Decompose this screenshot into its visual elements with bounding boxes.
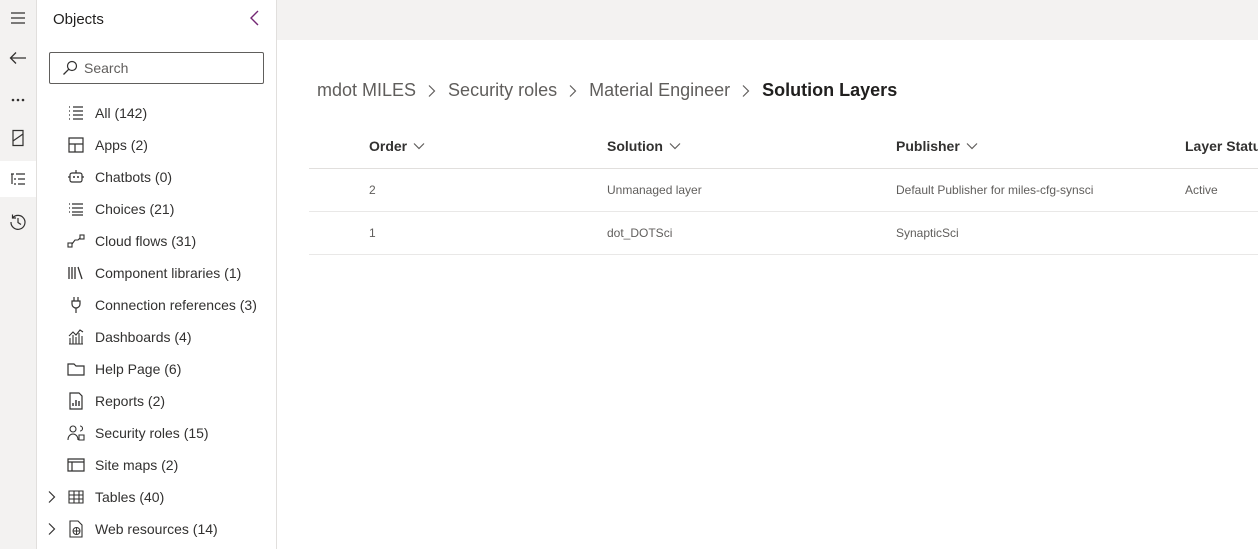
column-header-publisher[interactable]: Publisher bbox=[896, 138, 978, 154]
choices-icon bbox=[67, 200, 85, 218]
objects-item-label: Chatbots (0) bbox=[95, 169, 173, 185]
chevron-right-icon[interactable] bbox=[46, 522, 58, 536]
cell-layer-status: Active bbox=[1185, 183, 1218, 197]
collapse-panel-button[interactable] bbox=[245, 8, 265, 28]
chevron-left-icon bbox=[250, 10, 259, 26]
objects-item-choices[interactable]: Choices (21) bbox=[37, 193, 276, 225]
breadcrumb-item-app[interactable]: mdot MILES bbox=[317, 80, 416, 101]
objects-item-tables[interactable]: Tables (40) bbox=[37, 481, 276, 513]
chevron-down-icon bbox=[669, 143, 681, 150]
objects-item-label: Connection references (3) bbox=[95, 297, 257, 313]
column-header-label: Solution bbox=[607, 138, 663, 154]
objects-item-label: Tables (40) bbox=[95, 489, 165, 505]
report-icon bbox=[67, 392, 85, 410]
objects-item-label: Security roles (15) bbox=[95, 425, 209, 441]
breadcrumb-item-current: Solution Layers bbox=[762, 80, 898, 100]
objects-item-label: Component libraries (1) bbox=[95, 265, 242, 281]
grid-header: Order Solution Publisher Layer Status bbox=[309, 125, 1258, 169]
history-icon bbox=[10, 214, 26, 230]
dashboard-icon bbox=[67, 328, 85, 346]
objects-item-component-libraries[interactable]: Component libraries (1) bbox=[37, 257, 276, 289]
chevron-right-icon bbox=[569, 84, 577, 97]
left-rail bbox=[0, 0, 37, 549]
objects-item-help-page[interactable]: Help Page (6) bbox=[37, 353, 276, 385]
objects-list: All (142) Apps (2) Chatbots (0) Choices … bbox=[37, 97, 276, 545]
list-bullets-icon bbox=[67, 104, 85, 122]
objects-item-label: Apps (2) bbox=[95, 137, 148, 153]
objects-item-label: Web resources (14) bbox=[95, 521, 218, 537]
pages-icon bbox=[12, 129, 24, 147]
column-header-solution[interactable]: Solution bbox=[607, 138, 681, 154]
search-icon bbox=[63, 60, 78, 75]
column-header-label: Publisher bbox=[896, 138, 960, 154]
objects-panel: Objects All (142) Apps (2) Chatbots (0) bbox=[37, 0, 277, 549]
chevron-right-icon bbox=[428, 84, 436, 97]
chevron-down-icon bbox=[413, 143, 425, 150]
objects-item-dashboards[interactable]: Dashboards (4) bbox=[37, 321, 276, 353]
objects-item-label: Reports (2) bbox=[95, 393, 166, 409]
command-bar bbox=[277, 0, 1258, 40]
more-button[interactable] bbox=[0, 82, 36, 118]
hamburger-icon bbox=[11, 12, 25, 24]
objects-item-label: Help Page (6) bbox=[95, 361, 182, 377]
objects-item-label: Choices (21) bbox=[95, 201, 175, 217]
cell-solution: Unmanaged layer bbox=[607, 183, 702, 197]
back-arrow-icon bbox=[9, 52, 26, 64]
library-icon bbox=[67, 264, 85, 282]
pages-button[interactable] bbox=[0, 120, 36, 156]
objects-item-label: Cloud flows (31) bbox=[95, 233, 197, 249]
cell-publisher: Default Publisher for miles-cfg-synsci bbox=[896, 183, 1094, 197]
objects-item-site-maps[interactable]: Site maps (2) bbox=[37, 449, 276, 481]
tree-list-icon bbox=[11, 173, 25, 185]
table-row[interactable]: 2 Unmanaged layer Default Publisher for … bbox=[309, 169, 1258, 212]
objects-item-security-roles[interactable]: Security roles (15) bbox=[37, 417, 276, 449]
objects-item-cloud-flows[interactable]: Cloud flows (31) bbox=[37, 225, 276, 257]
cloud-flow-icon bbox=[67, 232, 85, 250]
objects-item-all[interactable]: All (142) bbox=[37, 97, 276, 129]
objects-item-label: All (142) bbox=[95, 105, 148, 121]
cell-order: 1 bbox=[369, 226, 376, 240]
chevron-down-icon bbox=[966, 143, 978, 150]
search-input[interactable] bbox=[84, 60, 254, 76]
objects-item-web-resources[interactable]: Web resources (14) bbox=[37, 513, 276, 545]
chatbot-icon bbox=[67, 168, 85, 186]
cell-solution: dot_DOTSci bbox=[607, 226, 673, 240]
objects-item-label: Dashboards (4) bbox=[95, 329, 192, 345]
chevron-right-icon bbox=[742, 84, 750, 97]
web-resource-icon bbox=[67, 520, 85, 538]
cell-order: 2 bbox=[369, 183, 376, 197]
plug-icon bbox=[67, 296, 85, 314]
column-header-label: Layer Status bbox=[1185, 138, 1258, 154]
hamburger-menu-button[interactable] bbox=[0, 0, 36, 36]
column-header-layer-status[interactable]: Layer Status bbox=[1185, 138, 1258, 154]
history-button[interactable] bbox=[0, 204, 36, 240]
solution-layers-grid: Order Solution Publisher Layer Status 2 … bbox=[309, 125, 1258, 255]
objects-item-chatbots[interactable]: Chatbots (0) bbox=[37, 161, 276, 193]
chevron-right-icon[interactable] bbox=[46, 490, 58, 504]
objects-title: Objects bbox=[53, 11, 104, 28]
table-row[interactable]: 1 dot_DOTSci SynapticSci bbox=[309, 212, 1258, 255]
column-header-label: Order bbox=[369, 138, 408, 154]
column-header-order[interactable]: Order bbox=[369, 138, 425, 154]
more-icon bbox=[11, 98, 25, 102]
objects-item-apps[interactable]: Apps (2) bbox=[37, 129, 276, 161]
objects-item-connection-references[interactable]: Connection references (3) bbox=[37, 289, 276, 321]
back-button[interactable] bbox=[0, 40, 36, 76]
breadcrumb-item-role[interactable]: Material Engineer bbox=[589, 80, 730, 101]
table-icon bbox=[67, 488, 85, 506]
objects-item-label: Site maps (2) bbox=[95, 457, 179, 473]
security-roles-icon bbox=[67, 424, 85, 442]
objects-button[interactable] bbox=[0, 161, 36, 197]
apps-icon bbox=[67, 136, 85, 154]
objects-item-reports[interactable]: Reports (2) bbox=[37, 385, 276, 417]
breadcrumb: mdot MILES Security roles Material Engin… bbox=[317, 80, 897, 101]
search-box[interactable] bbox=[49, 52, 264, 84]
breadcrumb-item-security-roles[interactable]: Security roles bbox=[448, 80, 557, 101]
site-map-icon bbox=[67, 456, 85, 474]
cell-publisher: SynapticSci bbox=[896, 226, 959, 240]
folder-icon bbox=[67, 360, 85, 378]
